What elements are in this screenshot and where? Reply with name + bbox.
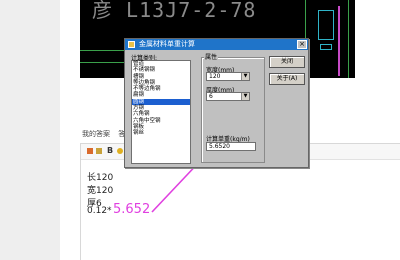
result-field[interactable]: 5.6520 <box>206 142 256 151</box>
width-select[interactable]: 120 ▼ <box>206 72 250 81</box>
properties-group-label: 属性 <box>204 52 219 61</box>
dialog-title: 金属材料单重计算 <box>139 40 195 48</box>
close-icon[interactable]: × <box>297 40 307 49</box>
width-value: 120 <box>209 73 221 80</box>
app-icon <box>128 41 135 48</box>
chevron-down-icon[interactable]: ▼ <box>241 73 249 80</box>
annotation-value: 5.652 <box>113 202 151 217</box>
about-button[interactable]: 关于(A) <box>269 73 305 85</box>
thickness-value: 6 <box>209 93 213 100</box>
close-button[interactable]: 关闭 <box>269 56 305 68</box>
category-listbox[interactable]: 管道 不锈钢钢 槽钢 等边角钢 不等边角钢 扁钢 圆钢 方钢 六角钢 六角中空钢… <box>131 60 191 164</box>
dialog-titlebar: 金属材料单重计算 × <box>125 39 308 50</box>
metal-weight-dialog: 金属材料单重计算 × 计算类别: 管道 不锈钢钢 槽钢 等边角钢 不等边角钢 扁… <box>124 38 309 168</box>
list-item[interactable]: 钢丝 <box>132 130 190 136</box>
thickness-select[interactable]: 6 ▼ <box>206 92 250 101</box>
chevron-down-icon[interactable]: ▼ <box>241 93 249 100</box>
